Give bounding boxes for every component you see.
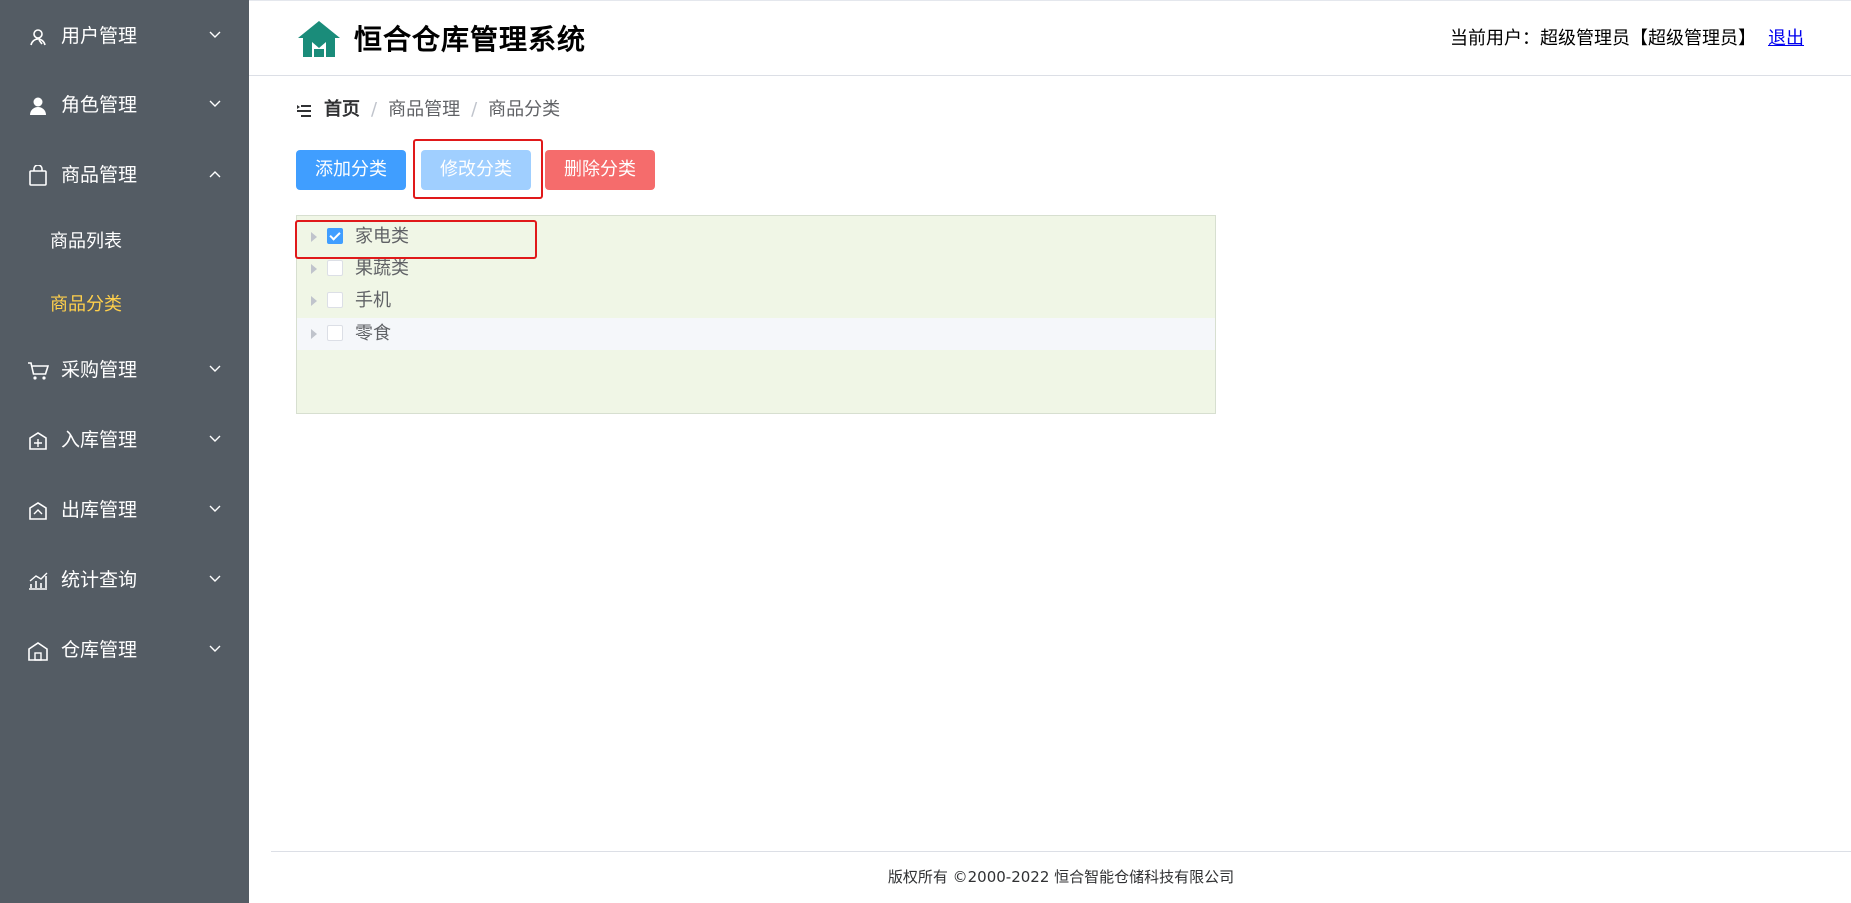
tree-node[interactable]: 手机 xyxy=(297,285,1215,317)
tree-node-checkbox[interactable] xyxy=(327,325,343,341)
sidebar-subitem-label: 商品分类 xyxy=(50,294,122,315)
tree-node-checkbox[interactable] xyxy=(327,260,343,276)
chevron-up-icon xyxy=(208,167,222,181)
sidebar-item-label: 出库管理 xyxy=(61,499,138,521)
chevron-down-icon xyxy=(208,28,222,42)
breadcrumb-item: 商品分类 xyxy=(488,99,561,120)
tree-node-checkbox[interactable] xyxy=(327,292,343,308)
sidebar-item-label: 入库管理 xyxy=(61,429,138,451)
sidebar: 用户管理 角色管理 商品管理 商品列表 商品分类 采购管理 入库管理 出库管理 … xyxy=(0,0,249,903)
menu-fold-icon[interactable] xyxy=(296,102,312,118)
logout-link[interactable]: 退出 xyxy=(1768,28,1804,49)
category-tree: 家电类 果蔬类 手机 零食 xyxy=(296,215,1216,414)
breadcrumb-separator: / xyxy=(471,99,478,120)
shopping-bag-icon xyxy=(27,165,49,187)
tree-node-label: 零食 xyxy=(355,323,391,344)
sidebar-item-label: 采购管理 xyxy=(61,359,138,381)
sidebar-item-user-management[interactable]: 用户管理 xyxy=(0,16,249,56)
header: 恒合仓库管理系统 当前用户：超级管理员【超级管理员】 退出 xyxy=(249,0,1851,76)
sidebar-item-outbound-management[interactable]: 出库管理 xyxy=(0,490,249,530)
chevron-down-icon xyxy=(208,502,222,516)
sidebar-item-statistics-query[interactable]: 统计查询 xyxy=(0,560,249,600)
footer-divider xyxy=(271,851,1851,852)
stats-icon xyxy=(27,570,49,592)
tree-node[interactable]: 家电类 xyxy=(297,221,1215,253)
sidebar-item-label: 角色管理 xyxy=(61,94,138,116)
current-user-prefix: 当前用户： xyxy=(1450,28,1540,49)
sidebar-item-product-management[interactable]: 商品管理 xyxy=(0,155,249,195)
tree-node[interactable]: 果蔬类 xyxy=(297,253,1215,285)
sidebar-item-label: 用户管理 xyxy=(61,25,138,47)
edit-category-button[interactable]: 修改分类 xyxy=(421,150,531,190)
breadcrumb-home[interactable]: 首页 xyxy=(324,98,360,122)
home-logo-icon xyxy=(297,20,341,58)
app-title: 恒合仓库管理系统 xyxy=(354,23,587,56)
tree-node-checkbox[interactable] xyxy=(327,228,343,244)
inbound-icon xyxy=(27,430,49,452)
caret-right-icon[interactable] xyxy=(311,264,317,274)
cart-icon xyxy=(27,360,49,382)
sidebar-item-label: 商品管理 xyxy=(61,164,138,186)
tree-node-label: 手机 xyxy=(355,290,391,311)
breadcrumb: 首页 / 商品管理 / 商品分类 xyxy=(296,98,560,122)
sidebar-item-role-management[interactable]: 角色管理 xyxy=(0,85,249,125)
breadcrumb-item: 商品管理 xyxy=(388,99,461,120)
caret-right-icon[interactable] xyxy=(311,329,317,339)
sidebar-subitem-product-list[interactable]: 商品列表 xyxy=(0,222,249,262)
sidebar-subitem-product-category[interactable]: 商品分类 xyxy=(0,285,249,325)
tree-node-label: 果蔬类 xyxy=(355,258,409,279)
tree-node-label: 家电类 xyxy=(355,226,409,247)
role-icon xyxy=(27,95,49,117)
footer-copyright: 版权所有 ©2000-2022 恒合智能仓储科技有限公司 xyxy=(887,868,1235,886)
current-user-name: 超级管理员【超级管理员】 xyxy=(1540,28,1756,49)
sidebar-item-warehouse-management[interactable]: 仓库管理 xyxy=(0,630,249,670)
warehouse-icon xyxy=(27,640,49,662)
sidebar-item-purchase-management[interactable]: 采购管理 xyxy=(0,350,249,390)
delete-category-button[interactable]: 删除分类 xyxy=(545,150,655,190)
caret-right-icon[interactable] xyxy=(311,232,317,242)
sidebar-subitem-label: 商品列表 xyxy=(50,231,122,252)
current-user-info: 当前用户：超级管理员【超级管理员】 退出 xyxy=(1450,27,1804,51)
chevron-down-icon xyxy=(208,97,222,111)
sidebar-item-label: 统计查询 xyxy=(61,569,138,591)
outbound-icon xyxy=(27,500,49,522)
sidebar-item-inbound-management[interactable]: 入库管理 xyxy=(0,420,249,460)
user-icon xyxy=(27,26,49,48)
breadcrumb-separator: / xyxy=(371,99,378,120)
chevron-down-icon xyxy=(208,572,222,586)
caret-right-icon[interactable] xyxy=(311,296,317,306)
sidebar-item-label: 仓库管理 xyxy=(61,639,138,661)
chevron-down-icon xyxy=(208,362,222,376)
chevron-down-icon xyxy=(208,642,222,656)
chevron-down-icon xyxy=(208,432,222,446)
tree-node[interactable]: 零食 xyxy=(297,318,1215,350)
add-category-button[interactable]: 添加分类 xyxy=(296,150,406,190)
